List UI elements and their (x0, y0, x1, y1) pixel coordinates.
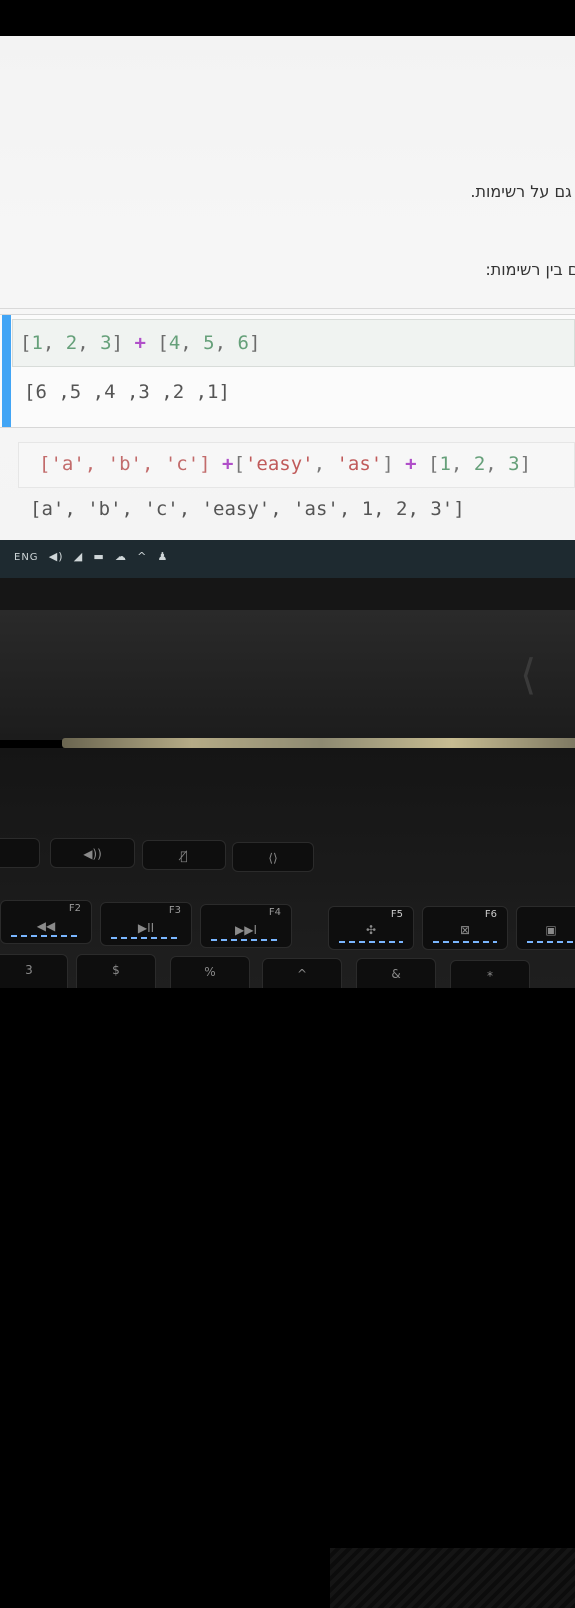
key-f2[interactable]: F2 ◀◀ (0, 900, 92, 944)
code-cell-output-2: [a', 'b', 'c', 'easy', 'as', 1, 2, 3'] (30, 498, 465, 520)
fan-icon: ✣ (365, 923, 377, 937)
key-f5[interactable]: F5 ✣ (328, 906, 414, 950)
mic-mute-icon[interactable]: 🎙̸ (142, 840, 226, 870)
speaker-grille (330, 1548, 575, 1608)
code-cell-input-2[interactable]: ['a', 'b', 'c'] +['easy', 'as'] + [1, 2,… (18, 442, 575, 488)
battery-icon[interactable]: ▬ (93, 550, 104, 563)
notebook-heading: הדר גם על רשימות. (470, 182, 575, 201)
code-line: [1, 2, 3] + [4, 5, 6] (20, 332, 261, 354)
code-line-2: ['a', 'b', 'c'] +['easy', 'as'] + [1, 2,… (39, 453, 532, 475)
keyboard-deck: ◀)) 🎙̸ ⟨⟩ F2 ◀◀ F3 ▶II F4 ▶▶I F5 ✣ F6 ⊠ ▣ 3 $… (0, 748, 575, 1608)
key-f4[interactable]: F4 ▶▶I (200, 904, 292, 948)
code-cell-output: [6 ,5 ,4 ,3 ,2 ,1] (24, 381, 230, 403)
key-f3[interactable]: F3 ▶II (100, 902, 192, 946)
key-f6[interactable]: F6 ⊠ (422, 906, 508, 950)
cloud-icon[interactable]: ☁ (115, 550, 127, 563)
divider (0, 308, 575, 309)
system-tray: ENG ◀) ◢ ▬ ☁ ^ ♟ (14, 550, 168, 563)
chevron-up-icon[interactable]: ^ (137, 550, 147, 563)
photo-border (0, 988, 575, 1024)
key-f7[interactable]: ▣ (516, 906, 575, 950)
notebook-page: הדר גם על רשימות. גם בין רשימות: [1, 2, … (0, 36, 575, 578)
language-indicator[interactable]: ENG (14, 552, 39, 563)
laptop-screen: הדר גם על רשימות. גם בין רשימות: [1, 2, … (0, 36, 575, 578)
taskbar: ENG ◀) ◢ ▬ ☁ ^ ♟ (0, 540, 575, 580)
screen-bezel (0, 578, 575, 612)
code-cell-input[interactable]: [1, 2, 3] + [4, 5, 6] (12, 319, 575, 367)
key-top-0[interactable] (0, 838, 40, 868)
laptop-lid (0, 610, 575, 740)
cell-selection-bar (2, 315, 11, 427)
notebook-subheading: גם בין רשימות: (485, 260, 575, 279)
volume-up-icon[interactable]: ◀)) (50, 838, 135, 868)
code-cell-selected[interactable]: [1, 2, 3] + [4, 5, 6] [6 ,5 ,4 ,3 ,2 ,1] (0, 314, 575, 428)
person-icon[interactable]: ♟ (158, 550, 169, 563)
rog-icon[interactable]: ⟨⟩ (232, 842, 314, 872)
network-icon[interactable]: ◢ (74, 550, 83, 563)
laptop-hinge (62, 738, 575, 748)
rog-logo-icon: ⟨ (520, 650, 537, 699)
volume-icon[interactable]: ◀) (49, 550, 64, 563)
